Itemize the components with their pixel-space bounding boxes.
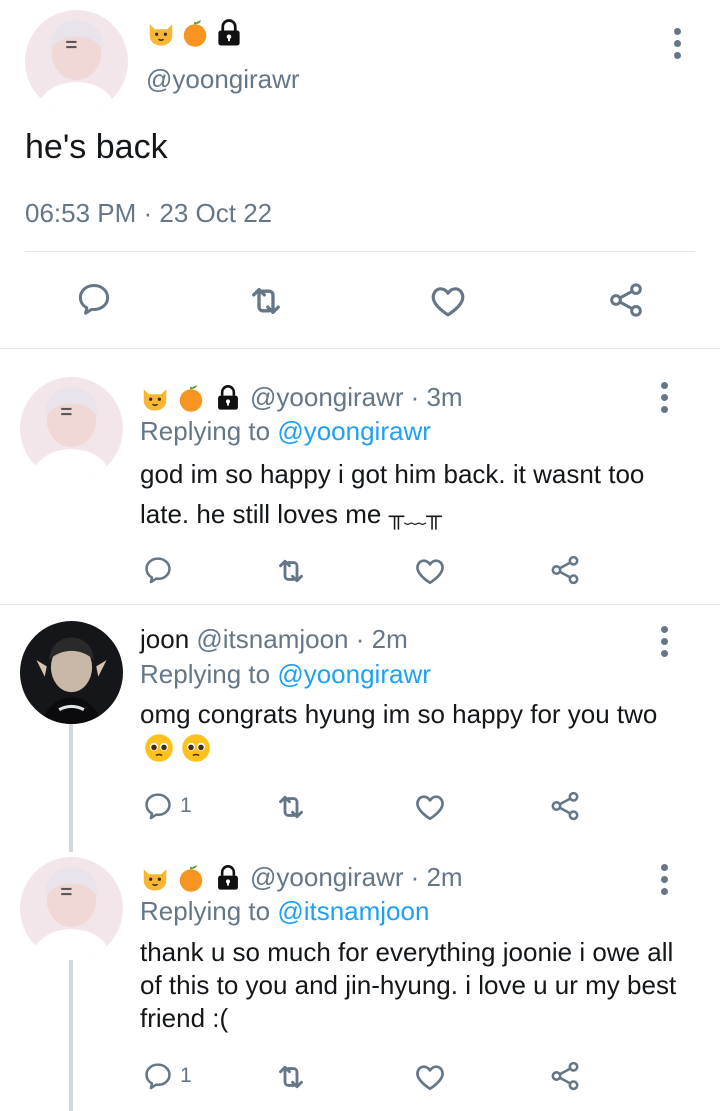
- share-button[interactable]: [548, 553, 582, 587]
- tangerine-emoji-icon: [180, 18, 210, 48]
- thread-connector: [69, 960, 73, 1111]
- reply-button[interactable]: [142, 554, 180, 586]
- retweet-button[interactable]: [245, 280, 287, 322]
- share-button[interactable]: [548, 1059, 582, 1093]
- like-button[interactable]: [413, 790, 447, 824]
- reply-avatar[interactable]: [20, 857, 123, 960]
- reply-text: thank u so much for everything joonie i …: [140, 937, 677, 1033]
- replying-to: Replying to @itsnamjoon: [140, 896, 429, 927]
- reply-handle[interactable]: @yoongirawr: [250, 862, 404, 893]
- pleading-face-emoji-icon: [181, 733, 211, 763]
- tangerine-emoji-icon: [176, 383, 206, 413]
- share-button[interactable]: [548, 789, 582, 823]
- more-options-icon[interactable]: [661, 864, 669, 900]
- like-icon: [413, 790, 447, 824]
- cat-face-emoji-icon: [140, 383, 170, 413]
- lock-emoji-icon: [214, 18, 244, 48]
- like-icon: [413, 1060, 447, 1094]
- share-icon: [548, 789, 582, 823]
- retweet-button[interactable]: [273, 789, 309, 825]
- main-tweet-handle[interactable]: @yoongirawr: [146, 64, 300, 95]
- cat-face-emoji-icon: [140, 863, 170, 893]
- retweet-icon: [245, 280, 287, 322]
- retweet-icon: [273, 553, 309, 589]
- main-tweet-timestamp: 06:53 PM · 23 Oct 22: [25, 198, 273, 228]
- like-button[interactable]: [428, 281, 468, 321]
- replying-to: Replying to @yoongirawr: [140, 416, 431, 447]
- more-options-icon[interactable]: [661, 626, 669, 662]
- reply-icon: [75, 280, 113, 318]
- reply-header: @yoongirawr · 3m: [140, 382, 463, 413]
- like-icon: [428, 281, 468, 321]
- reply-handle[interactable]: @itsnamjoon: [196, 624, 348, 654]
- reply-handle[interactable]: @yoongirawr: [250, 382, 404, 413]
- retweet-button[interactable]: [273, 553, 309, 589]
- pleading-face-emoji-icon: [144, 733, 174, 763]
- reply-button[interactable]: 1: [142, 1060, 192, 1092]
- reply-display-name[interactable]: joon: [140, 624, 189, 654]
- replying-to: Replying to @yoongirawr: [140, 659, 431, 690]
- reply-avatar[interactable]: [20, 621, 123, 724]
- reply-icon: [142, 790, 174, 822]
- reply-icon: [142, 554, 174, 586]
- reply-avatar[interactable]: [20, 377, 123, 480]
- replying-to-link[interactable]: @itsnamjoon: [277, 896, 429, 926]
- retweet-icon: [273, 1059, 309, 1095]
- replying-to-link[interactable]: @yoongirawr: [277, 659, 431, 689]
- main-tweet-name-emojis: [146, 18, 244, 52]
- share-icon: [548, 553, 582, 587]
- lock-emoji-icon: [214, 864, 242, 892]
- more-options-icon[interactable]: [674, 28, 682, 64]
- section-divider: [0, 604, 720, 605]
- retweet-button[interactable]: [273, 1059, 309, 1095]
- lock-emoji-icon: [214, 384, 242, 412]
- reply-count: 1: [180, 794, 192, 817]
- main-tweet-text: he's back: [25, 128, 168, 166]
- reply-count: 1: [180, 1064, 192, 1087]
- more-options-icon[interactable]: [661, 382, 669, 418]
- main-tweet-avatar[interactable]: [25, 10, 128, 113]
- share-button[interactable]: [606, 280, 646, 320]
- replying-to-label: Replying to: [140, 416, 271, 446]
- like-button[interactable]: [413, 1060, 447, 1094]
- thread-connector: [69, 724, 73, 852]
- reply-time: · 2m: [355, 624, 408, 654]
- share-icon: [606, 280, 646, 320]
- retweet-icon: [273, 789, 309, 825]
- reply-time: · 2m: [410, 862, 463, 892]
- reply-icon: [142, 1060, 174, 1092]
- cat-face-emoji-icon: [146, 18, 176, 48]
- replying-to-link[interactable]: @yoongirawr: [277, 416, 431, 446]
- reply-text: god im so happy i got him back. it wasnt…: [140, 459, 645, 529]
- reply-button[interactable]: 1: [142, 790, 192, 822]
- tangerine-emoji-icon: [176, 863, 206, 893]
- kaomoji: ╥﹏╥: [388, 503, 442, 528]
- divider: [25, 251, 695, 252]
- reply-time: · 3m: [410, 382, 463, 412]
- reply-text: omg congrats hyung im so happy for you t…: [140, 698, 670, 763]
- reply-header: @yoongirawr · 2m: [140, 862, 463, 893]
- replying-to-label: Replying to: [140, 659, 271, 689]
- like-icon: [413, 554, 447, 588]
- section-divider: [0, 348, 720, 349]
- reply-button[interactable]: [75, 280, 113, 318]
- reply-header: joon @itsnamjoon · 2m: [140, 624, 408, 655]
- share-icon: [548, 1059, 582, 1093]
- replying-to-label: Replying to: [140, 896, 271, 926]
- like-button[interactable]: [413, 554, 447, 588]
